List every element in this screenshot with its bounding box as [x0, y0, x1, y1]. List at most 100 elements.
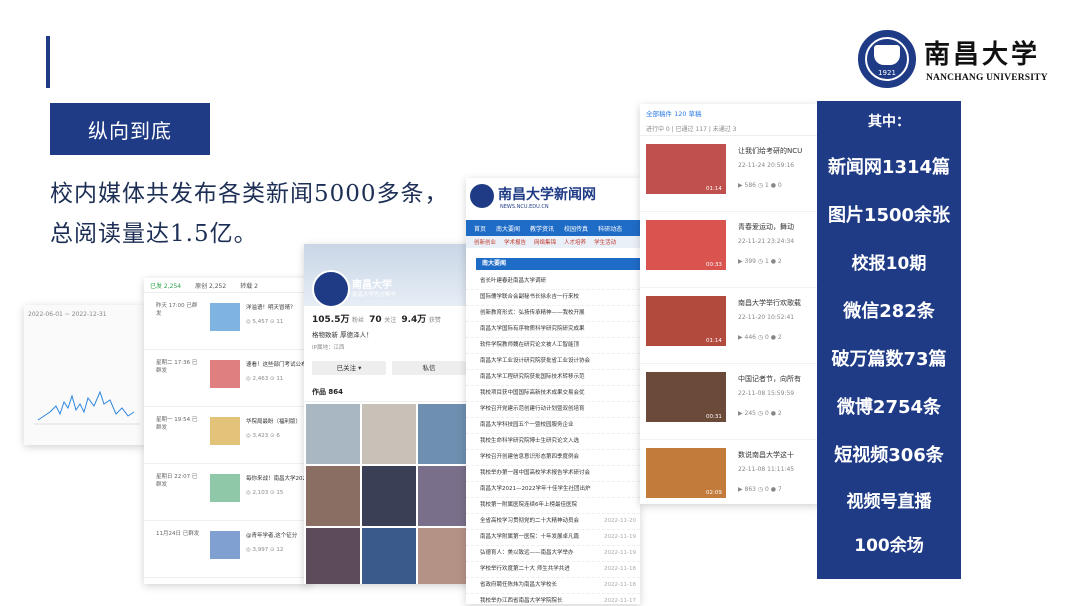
stats-item: 破万篇数73篇 — [831, 349, 947, 370]
news-site-url: NEWS.NCU.EDU.CN — [500, 204, 549, 210]
news-site-screenshot: 南昌大学新闻网 NEWS.NCU.EDU.CN 首页 南大要闻 教学资讯 校园传真 科研… — [466, 178, 640, 604]
video-title: 中国记者节，向所有 — [738, 375, 801, 383]
avatar — [312, 270, 350, 308]
article-stats: ◎ 2,103 ⊙ 15 — [246, 490, 284, 496]
news-headline: 国际儒学联合会副秘书长徐永吉一行来校 — [466, 290, 640, 306]
news-subnav-item: 人才培养 — [564, 240, 587, 246]
article-thumbnail — [210, 303, 240, 331]
news-headline: 省长叶建春赴南昌大学调研 — [466, 274, 640, 290]
video-duration: 00:33 — [706, 262, 722, 268]
video-time: 22-11-08 11:11:45 — [738, 466, 795, 473]
works-tab: 作品 864 — [304, 383, 474, 402]
news-headline: 学校召开创建信息意识形态第四季度例会 — [466, 450, 640, 466]
news-subnav-item: 网络集锦 — [534, 240, 557, 246]
article-title: 每你来战！南昌大学2022 — [246, 476, 306, 482]
video-time: 22-11-20 10:52:41 — [738, 314, 795, 321]
article-row: 星期二 17:36 已群发 速看！这些部门考试公布 ◎ 2,463 ⊙ 11 — [144, 350, 310, 407]
tab-published: 已发 2,254 — [150, 282, 182, 290]
video-row: 01:14 让我们给考研的NCU 22-11-24 20:59:16 ▶ 586… — [640, 136, 820, 212]
article-date: 昨天 17:00 已群发 — [156, 303, 198, 317]
article-row: 昨天 17:00 已群发 洋溢语！明天冒晴？ ◎ 5,457 ⊙ 11 — [144, 293, 310, 350]
logo-chinese-name: 南昌大学 — [924, 40, 1041, 70]
profile-cover: 南昌大学 南昌大学官方账号 — [304, 244, 474, 308]
news-headline: 我校生命科学研究院博士生研究论文入选 — [466, 434, 640, 450]
article-row: 11月24日 已群发 @青年学者,这个征分 ◎ 3,997 ⊙ 12 — [144, 521, 310, 578]
message-button: 私信 — [392, 361, 466, 375]
follow-button: 已关注 ▾ — [312, 361, 386, 375]
article-title: @青年学者,这个征分 — [246, 533, 298, 539]
news-nav-item: 南大要闻 — [496, 225, 521, 233]
video-time: 22-11-08 15:59:59 — [738, 390, 795, 397]
article-stats: ◎ 2,463 ⊙ 11 — [246, 376, 284, 382]
news-headline: 南昌大学国际有序物质科学研究院研究成果 — [466, 322, 640, 338]
news-headline: 我校举办江西省南昌大学学院院长 2022-11-17 — [466, 594, 640, 604]
stats-heading: 其中： — [868, 114, 910, 130]
stats-box: 其中： 新闻网1314篇 图片1500余张 校报10期 微信282条 破万篇数73篇 微博… — [817, 101, 961, 579]
stats-item: 100余场 — [854, 536, 924, 556]
video-duration: 02:09 — [706, 490, 722, 496]
video-duration: 00:31 — [706, 414, 722, 420]
article-row: 11月23日 已群发 南昌大学2023年博士研 ◎ 16,507 ⊙ 15 — [144, 578, 310, 584]
news-headline: 省政府聘任陈炜为南昌大学校长 2022-11-18 — [466, 578, 640, 594]
article-date: 星期日 22:07 已群发 — [156, 474, 198, 488]
news-subnav-item: 创新创业 — [474, 240, 497, 246]
article-stats: ◎ 3,423 ⊙ 6 — [246, 433, 280, 439]
news-subnav-item: 学生活动 — [594, 240, 617, 246]
news-nav-item: 科研动态 — [598, 225, 623, 233]
video-title: 青春爱运动，舞动 — [738, 223, 794, 231]
video-counts: ▶ 863 ◷ 0 ● 7 — [738, 486, 782, 493]
trend-line-chart — [34, 390, 140, 425]
news-headline: 软件学院教师魏在研究论文被人工智能顶 — [466, 338, 640, 354]
news-headline: 南昌大学科技园五个一暨校园服务企业 — [466, 418, 640, 434]
news-headline: 我校举办第一届中国高校学术报告学术研讨会 — [466, 466, 640, 482]
works-grid — [304, 402, 474, 584]
news-headline: 南昌大学工业设计研究院获批省工业设计协会 — [466, 354, 640, 370]
news-headline: 我校项目获中国国际高新技术成果交易会优 — [466, 386, 640, 402]
news-headline: 弘德育人：美以致远——南昌大学举办 2022-11-19 — [466, 546, 640, 562]
news-site-brand: 南昌大学新闻网 NEWS.NCU.EDU.CN — [466, 178, 640, 220]
article-date: 11月24日 已群发 — [156, 531, 200, 537]
news-headline: 全省高校学习贯彻党的二十大精神动员会 2022-11-20 — [466, 514, 640, 530]
profile-location: IP属地：江西 — [312, 345, 345, 351]
profile-bio: 格物致新 厚德泽人！ — [312, 331, 373, 339]
news-section-title: 南大要闻 — [476, 258, 640, 270]
university-logo: 1921 南昌大学 NANCHANG UNIVERSITY — [858, 30, 1048, 92]
news-nav-item: 校园传真 — [564, 225, 589, 233]
tab-repost: 转载 2 — [240, 282, 258, 290]
article-row: 星期一 19:54 已群发 华院局最盼（福利版） ◎ 3,423 ⊙ 6 — [144, 407, 310, 464]
stats-item: 短视频306条 — [834, 445, 944, 466]
video-row: 02:09 数说南昌大学这十 22-11-08 11:11:45 ▶ 863 ◷… — [640, 440, 820, 504]
stats-item: 微博2754条 — [836, 397, 942, 418]
article-tabs: 已发 2,254 原创 2,252 转载 2 — [144, 278, 310, 293]
news-site-title: 南昌大学新闻网 — [498, 187, 596, 203]
video-title: 让我们给考研的NCU — [738, 147, 803, 155]
article-stats: ◎ 5,457 ⊙ 11 — [246, 319, 284, 325]
stats-item: 新闻网1314篇 — [827, 157, 951, 178]
news-headline: 南昌大学工程研究院获批国际技术转移示范 — [466, 370, 640, 386]
article-row: 星期日 22:07 已群发 每你来战！南昌大学2022 ◎ 2,103 ⊙ 15 — [144, 464, 310, 521]
video-tabs: 全部稿件 120 草稿 — [646, 110, 702, 118]
logo-english-name: NANCHANG UNIVERSITY — [926, 73, 1048, 83]
video-row: 00:31 中国记者节，向所有 22-11-08 15:59:59 ▶ 245 … — [640, 364, 820, 440]
video-row: 01:14 南昌大学举行欢歌载 22-11-20 10:52:41 ▶ 446 … — [640, 288, 820, 364]
news-headline: 创新教育形式：弘扬传承精神——我校开展 — [466, 306, 640, 322]
video-duration: 01:14 — [706, 338, 722, 344]
profile-verified: 南昌大学官方账号 — [352, 292, 397, 298]
article-title: 速看！这些部门考试公布 — [246, 362, 306, 368]
article-stats: ◎ 3,997 ⊙ 12 — [246, 547, 284, 553]
news-headline: 南昌大学2021—2022学年十佳学生社团出炉 — [466, 482, 640, 498]
article-title: 洋溢语！明天冒晴？ — [246, 305, 296, 311]
news-headline: 我校第一附属医院连续6年上榜最佳医院 — [466, 498, 640, 514]
article-title: 华院局最盼（福利版） — [246, 419, 302, 425]
news-headline: 南昌大学附属第一医院：十年发展卓凡篇 2022-11-19 — [466, 530, 640, 546]
news-nav: 首页 南大要闻 教学资讯 校园传真 科研动态 — [466, 220, 640, 236]
stats-item: 校报10期 — [851, 254, 927, 274]
article-date: 星期一 19:54 已群发 — [156, 417, 198, 431]
video-counts: ▶ 245 ◷ 0 ● 2 — [738, 410, 782, 417]
wechat-articles-screenshot: 已发 2,254 原创 2,252 转载 2 昨天 17:00 已群发 洋溢语！… — [144, 278, 310, 584]
lead-text: 校内媒体共发布各类新闻5000多条，总阅读量达1.5亿。 — [50, 181, 449, 247]
article-thumbnail — [210, 360, 240, 388]
weibo-profile-screenshot: 南昌大学 南昌大学官方账号 105.5万 粉丝 70 关注 9.4万 获赞 格物… — [304, 244, 474, 584]
analytics-date-range: 2022-06-01 ~ 2022-12-31 — [28, 311, 107, 318]
news-subnav-item: 学术报告 — [504, 240, 527, 246]
